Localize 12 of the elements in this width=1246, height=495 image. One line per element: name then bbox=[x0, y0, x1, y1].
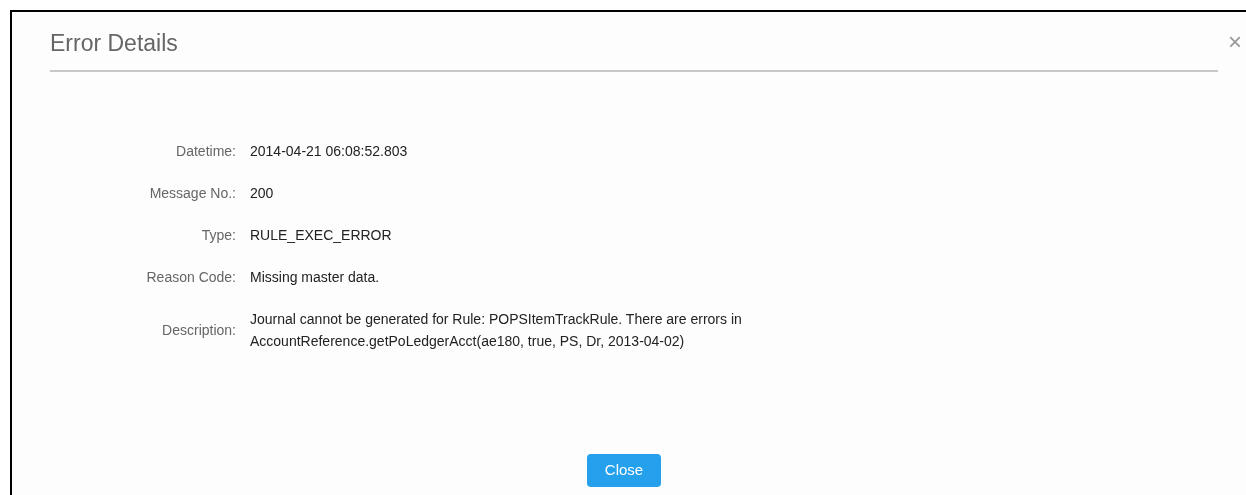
field-value: 200 bbox=[250, 185, 274, 201]
field-label: Message No.: bbox=[149, 184, 236, 201]
field-value: 2014-04-21 06:08:52.803 bbox=[250, 143, 408, 159]
field-value: Journal cannot be generated for Rule: POPSItemTrackRule. There are errors in AccountReference.getPoLedgerAcct(ae180, true, PS, Dr, 2013-04-02) bbox=[250, 311, 742, 349]
field-value: Missing master data. bbox=[250, 269, 380, 285]
field-label: Reason Code: bbox=[146, 268, 236, 285]
field-label: Description: bbox=[162, 321, 236, 338]
field-label: Type: bbox=[201, 226, 236, 243]
field-label: Datetime: bbox=[176, 142, 236, 159]
dialog-title: Error Details bbox=[50, 29, 178, 58]
field-value: RULE_EXEC_ERROR bbox=[250, 227, 392, 243]
close-button[interactable]: Close bbox=[586, 454, 662, 487]
